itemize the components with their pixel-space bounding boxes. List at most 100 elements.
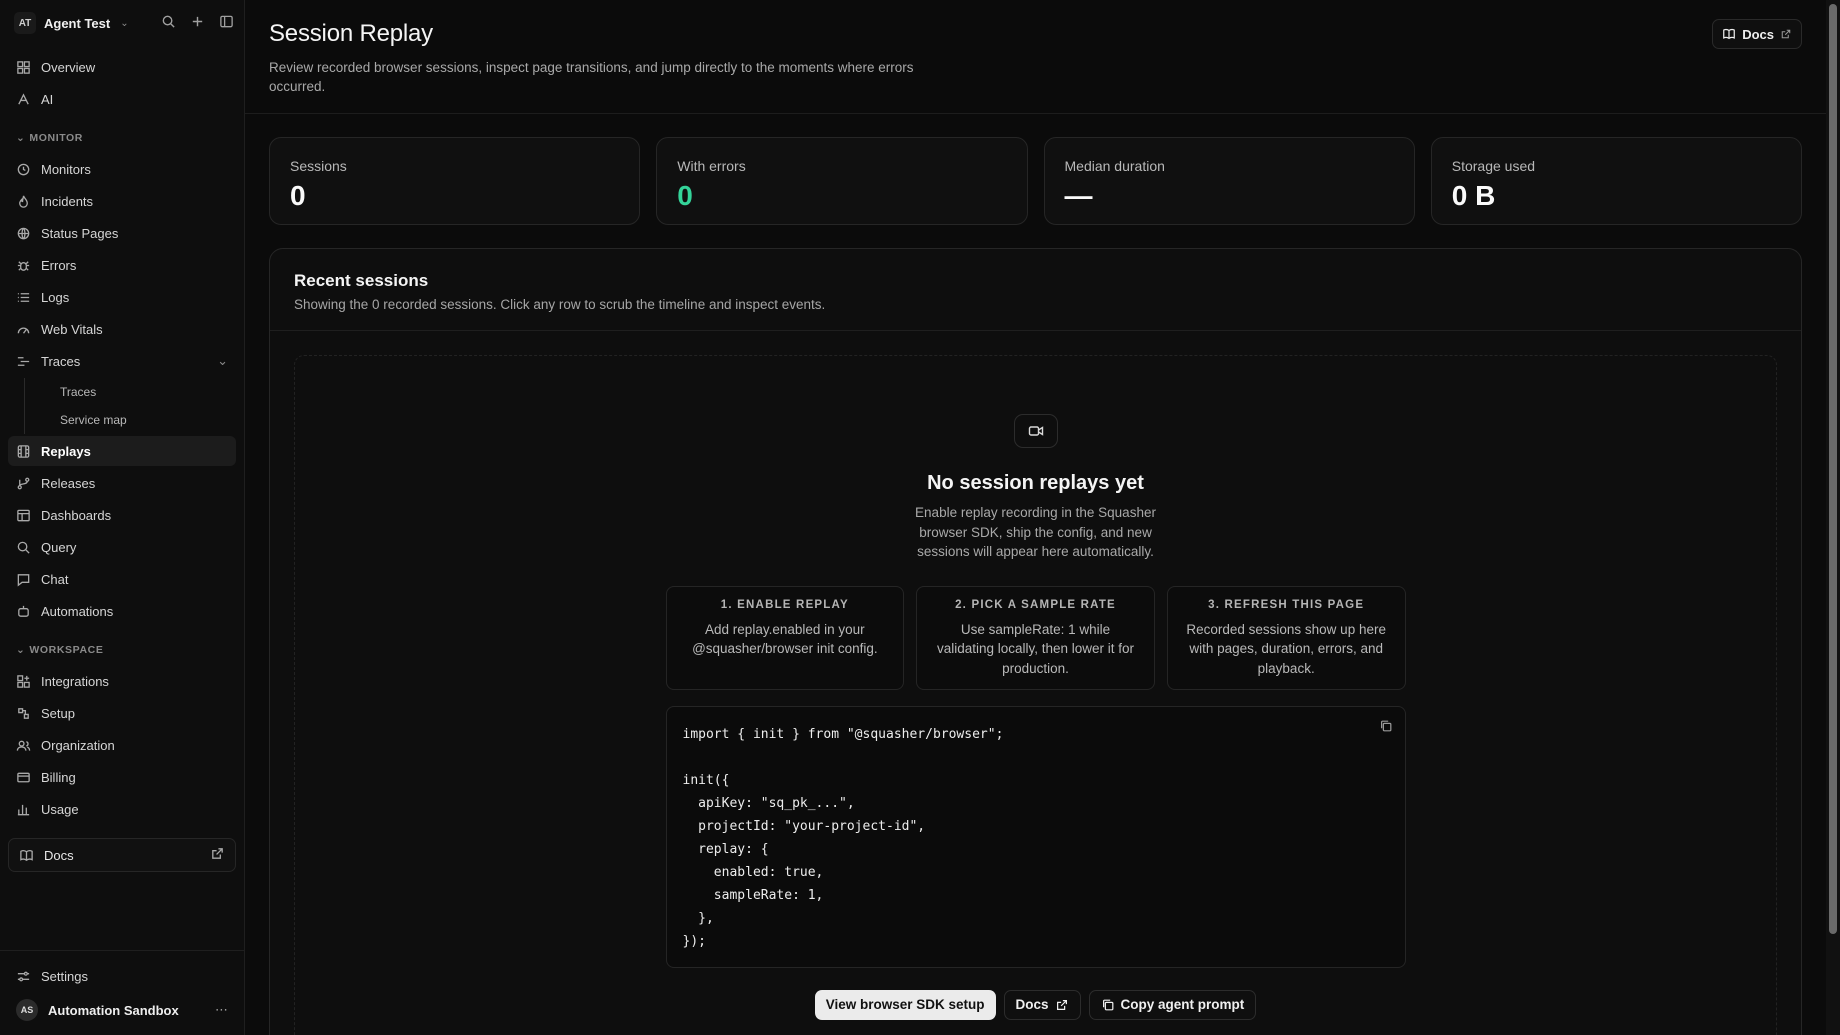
sidebar-item-label: Automations: [41, 603, 114, 619]
page-title: Session Replay: [269, 20, 433, 47]
stat-value: —: [1064, 180, 1093, 211]
search-icon[interactable]: [161, 14, 176, 32]
copy-agent-prompt-button[interactable]: Copy agent prompt: [1088, 989, 1257, 1020]
step-heading: 1. ENABLE REPLAY: [720, 598, 849, 611]
sidebar-item-label: Query: [41, 539, 77, 555]
users-icon: [16, 740, 31, 751]
stat-card-median-duration: Median duration —: [1043, 137, 1415, 225]
section-label: MONITOR: [29, 132, 83, 144]
sidebar-item-chat[interactable]: Chat: [8, 564, 236, 594]
sidebar-item-label: Monitors: [41, 161, 91, 177]
sidebar-item-label: Web Vitals: [41, 321, 103, 337]
code-text[interactable]: import { init } from "@squasher/browser"…: [683, 723, 1389, 953]
sidebar-item-settings[interactable]: Settings: [8, 961, 236, 991]
section-workspace[interactable]: ⌄ WORKSPACE: [8, 628, 236, 664]
chevron-down-icon: ⌄: [16, 644, 26, 656]
sidebar-item-traces[interactable]: Traces ⌄: [8, 346, 236, 376]
sidebar-item-label: Settings: [41, 968, 88, 984]
workspace-avatar[interactable]: AT: [14, 12, 36, 34]
traces-icon: [17, 356, 30, 366]
section-label: WORKSPACE: [29, 644, 104, 656]
sidebar-item-automations[interactable]: Automations: [8, 596, 236, 626]
step-body: Recorded sessions show up here with page…: [1186, 621, 1386, 676]
bar-chart-icon: [17, 804, 30, 815]
scrollbar[interactable]: [1826, 0, 1840, 1035]
sidebar-item-logs[interactable]: Logs: [8, 282, 236, 312]
sidebar-item-ai[interactable]: AI: [8, 84, 236, 114]
step-body: Use sampleRate: 1 while validating local…: [936, 621, 1135, 676]
section-monitor[interactable]: ⌄ MONITOR: [8, 116, 236, 152]
bug-icon: [17, 260, 30, 271]
sidebar-item-incidents[interactable]: Incidents: [8, 186, 236, 216]
sidebar-item-setup[interactable]: Setup: [8, 698, 236, 728]
header-docs-label: Docs: [1742, 26, 1774, 42]
sidebar-subitem-traces[interactable]: Traces: [24, 378, 236, 406]
sidebar-item-dashboards[interactable]: Dashboards: [8, 500, 236, 530]
sidebar-item-monitors[interactable]: Monitors: [8, 154, 236, 184]
sidebar-item-status-pages[interactable]: Status Pages: [8, 218, 236, 248]
credit-card-icon: [17, 772, 30, 782]
stat-card-sessions: Sessions 0: [269, 137, 641, 225]
sidebar-header-actions: [161, 14, 234, 32]
chevron-down-icon[interactable]: ⌄: [217, 353, 228, 369]
sidebar-toggle-icon[interactable]: [219, 14, 234, 32]
sidebar-item-replays[interactable]: Replays: [8, 436, 236, 466]
settings-icon: [17, 971, 30, 981]
sidebar-item-overview[interactable]: Overview: [8, 52, 236, 82]
sidebar-item-organization[interactable]: Organization: [8, 730, 236, 760]
sidebar-item-label: Errors: [41, 257, 77, 273]
sidebar-docs-label: Docs: [44, 847, 74, 863]
sidebar-subitem-service-map[interactable]: Service map: [24, 406, 236, 434]
header-docs-button[interactable]: Docs: [1712, 19, 1802, 49]
book-icon: [1723, 28, 1736, 40]
scrollbar-thumb[interactable]: [1829, 4, 1837, 934]
workspace-name[interactable]: Agent Test: [44, 16, 110, 31]
empty-state-description: Enable replay recording in the Squasher …: [915, 505, 1156, 559]
chevron-down-icon[interactable]: ⌄: [120, 18, 128, 29]
external-link-icon: [1056, 999, 1067, 1010]
user-menu[interactable]: AS Automation Sandbox ⋯: [8, 993, 236, 1027]
dashboard-icon: [17, 509, 30, 521]
sidebar-item-errors[interactable]: Errors: [8, 250, 236, 280]
git-branch-icon: [17, 477, 30, 489]
sidebar-item-label: Logs: [41, 289, 70, 305]
stat-value: 0: [677, 180, 693, 211]
stat-value: 0 B: [1451, 180, 1496, 211]
sidebar-item-label: Organization: [41, 737, 115, 753]
ai-icon: [18, 92, 29, 104]
button-label: View browser SDK setup: [825, 997, 985, 1012]
sidebar-item-billing[interactable]: Billing: [8, 762, 236, 792]
code-snippet[interactable]: import { init } from "@squasher/browser"…: [665, 705, 1406, 968]
empty-state: No session replays yet Enable replay rec…: [294, 355, 1777, 1035]
docs-button[interactable]: Docs: [1003, 989, 1081, 1020]
empty-state-actions: View browser SDK setup Docs Copy agent p…: [814, 989, 1257, 1020]
film-icon: [17, 444, 30, 458]
sidebar-item-label: Setup: [41, 705, 75, 721]
plus-icon[interactable]: [190, 14, 205, 32]
view-sdk-setup-button[interactable]: View browser SDK setup: [814, 989, 996, 1020]
sidebar-docs-link[interactable]: Docs: [8, 838, 236, 872]
avatar: AS: [16, 999, 38, 1021]
main-content: Session Replay Review recorded browser s…: [245, 0, 1840, 1035]
sidebar-item-label: Usage: [41, 801, 79, 817]
user-name: Automation Sandbox: [48, 1002, 179, 1018]
sidebar-footer: Settings AS Automation Sandbox ⋯: [0, 950, 244, 1035]
sidebar-item-usage[interactable]: Usage: [8, 794, 236, 824]
sidebar-item-label: Incidents: [41, 193, 94, 209]
stat-label: Sessions: [290, 158, 347, 174]
flame-icon: [19, 195, 28, 208]
sidebar-item-web-vitals[interactable]: Web Vitals: [8, 314, 236, 344]
sidebar-item-releases[interactable]: Releases: [8, 468, 236, 498]
sidebar-item-label: AI: [41, 91, 54, 107]
sidebar-item-label: Overview: [41, 59, 96, 75]
search-icon: [17, 541, 30, 554]
robot-icon: [18, 605, 29, 617]
sidebar: AT Agent Test ⌄ Overview AI ⌄ MONITOR Mon…: [0, 0, 245, 1035]
overview-icon: [17, 60, 30, 74]
more-icon[interactable]: ⋯: [215, 1002, 228, 1018]
copy-icon[interactable]: [1379, 719, 1393, 736]
step-card-enable-replay: 1. ENABLE REPLAY Add replay.enabled in y…: [665, 585, 905, 690]
sidebar-item-integrations[interactable]: Integrations: [8, 666, 236, 696]
sidebar-item-query[interactable]: Query: [8, 532, 236, 562]
stat-value: 0: [290, 180, 306, 211]
